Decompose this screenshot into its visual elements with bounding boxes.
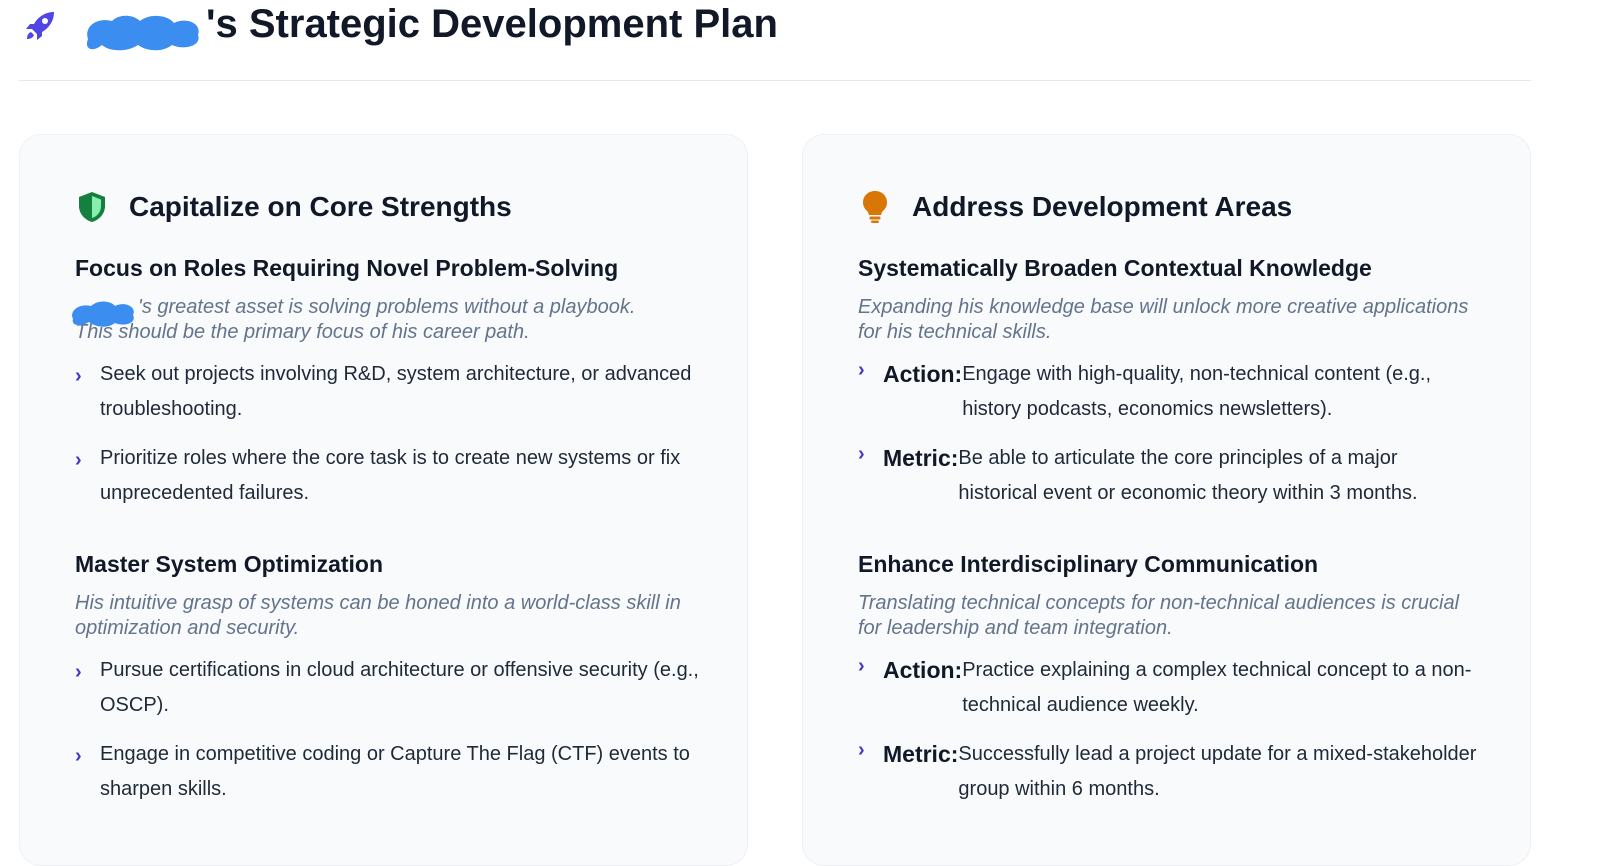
- development-card-title: Address Development Areas: [912, 191, 1293, 222]
- chevron-right-icon: ›: [858, 739, 865, 761]
- action-item: › Action: Practice explaining a complex …: [858, 653, 1478, 723]
- chevron-right-icon: ›: [858, 359, 865, 381]
- action-item: › Action: Engage with high-quality, non-…: [858, 357, 1478, 427]
- list-item: › Seek out projects involving R&D, syste…: [75, 357, 715, 427]
- bullet-list: › Seek out projects involving R&D, syste…: [75, 357, 715, 511]
- section-title: Focus on Roles Requiring Novel Problem-S…: [75, 255, 619, 281]
- strengths-card-header: Capitalize on Core Strengths: [75, 187, 512, 227]
- metric-text: Successfully lead a project update for a…: [958, 743, 1477, 800]
- metric-label: Metric:: [883, 445, 959, 471]
- dev-section-communication: Enhance Interdisciplinary Communication …: [858, 547, 1478, 821]
- shield-icon: [75, 190, 109, 224]
- action-metric-list: › Action: Practice explaining a complex …: [858, 653, 1478, 807]
- bullet-list: › Pursue certifications in cloud archite…: [75, 653, 715, 807]
- list-item: › Pursue certifications in cloud archite…: [75, 653, 715, 723]
- chevron-right-icon: ›: [75, 449, 82, 471]
- action-text: Practice explaining a complex technical …: [962, 659, 1472, 716]
- section-title: Systematically Broaden Contextual Knowle…: [858, 255, 1372, 281]
- redacted-name-mark: [86, 15, 199, 51]
- list-item: › Engage in competitive coding or Captur…: [75, 737, 715, 807]
- development-card-header: Address Development Areas: [858, 187, 1292, 227]
- chevron-right-icon: ›: [75, 365, 82, 387]
- page-title: 's Strategic Development Plan: [206, 2, 778, 46]
- section-title: Master System Optimization: [75, 551, 384, 577]
- lightbulb-icon: [858, 190, 892, 224]
- action-metric-list: › Action: Engage with high-quality, non-…: [858, 357, 1478, 511]
- strength-section-optimization: Master System Optimization His intuitive…: [75, 547, 715, 821]
- redacted-name-mark: [72, 301, 134, 327]
- chevron-right-icon: ›: [858, 443, 865, 465]
- action-label: Action:: [883, 657, 963, 683]
- section-description: Translating technical concepts for non-t…: [858, 592, 1460, 639]
- section-description: 's greatest asset is solving problems wi…: [75, 296, 636, 343]
- section-title: Enhance Interdisciplinary Communication: [858, 551, 1319, 577]
- dev-section-contextual-knowledge: Systematically Broaden Contextual Knowle…: [858, 251, 1478, 525]
- section-description: His intuitive grasp of systems can be ho…: [75, 592, 681, 639]
- development-card: Address Development Areas Systematically…: [802, 134, 1531, 866]
- strengths-card: Capitalize on Core Strengths Focus on Ro…: [19, 134, 748, 866]
- list-item: › Prioritize roles where the core task i…: [75, 441, 715, 511]
- metric-label: Metric:: [883, 741, 959, 767]
- strengths-card-title: Capitalize on Core Strengths: [129, 191, 512, 222]
- strength-section-problem-solving: Focus on Roles Requiring Novel Problem-S…: [72, 251, 715, 525]
- metric-item: › Metric: Be able to articulate the core…: [858, 441, 1478, 511]
- metric-text: Be able to articulate the core principle…: [958, 447, 1418, 504]
- chevron-right-icon: ›: [75, 661, 82, 683]
- chevron-right-icon: ›: [858, 655, 865, 677]
- section-description: Expanding his knowledge base will unlock…: [858, 296, 1469, 343]
- chevron-right-icon: ›: [75, 745, 82, 767]
- action-label: Action:: [883, 361, 963, 387]
- action-text: Engage with high-quality, non-technical …: [962, 363, 1432, 420]
- rocket-icon: [26, 12, 54, 40]
- metric-item: › Metric: Successfully lead a project up…: [858, 737, 1478, 807]
